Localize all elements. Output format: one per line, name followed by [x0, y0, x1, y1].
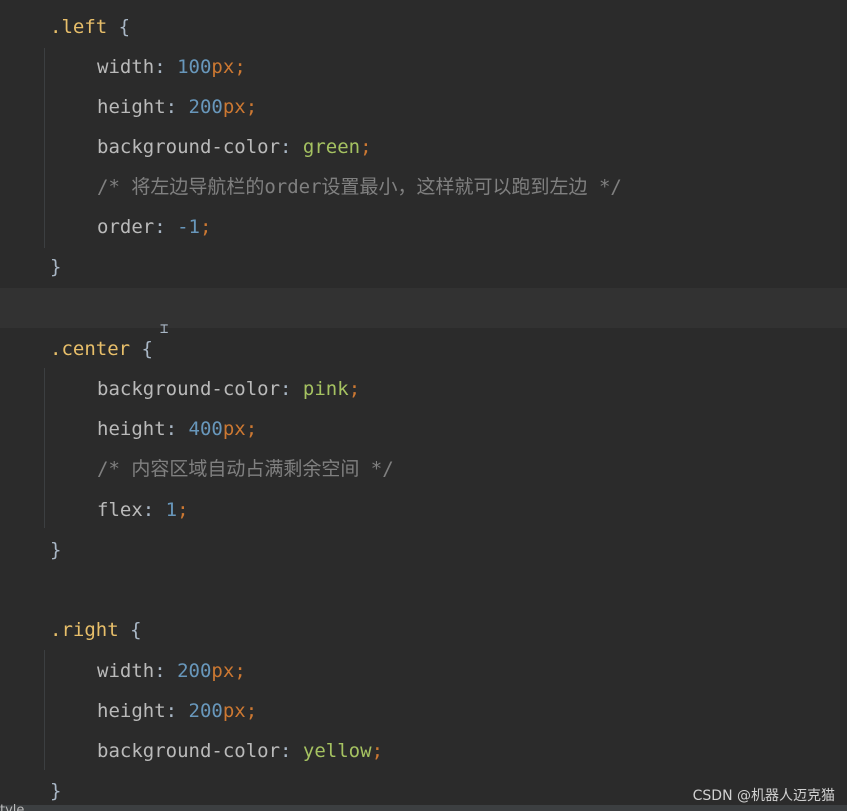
close-brace: } — [50, 539, 62, 561]
code-line[interactable]: height: 200px; — [97, 87, 257, 127]
watermark: CSDN @机器人迈克猫 — [692, 788, 835, 804]
css-unit: px — [222, 96, 246, 118]
code-line-close[interactable]: } — [50, 530, 61, 570]
code-line[interactable]: order: -1; — [97, 207, 211, 247]
css-value: green — [302, 136, 361, 158]
css-number: 200 — [177, 660, 212, 682]
css-property: height — [97, 700, 166, 722]
css-selector: .right — [50, 619, 119, 641]
css-selector: .center — [50, 338, 131, 360]
code-line[interactable]: height: 400px; — [97, 409, 257, 449]
code-line-comment[interactable]: /* 将左边导航栏的order设置最小，这样就可以跑到左边 */ — [97, 167, 622, 207]
code-line-close[interactable]: } — [50, 247, 61, 287]
css-unit: px — [211, 56, 235, 78]
css-selector: .left — [50, 16, 108, 38]
css-unit: px — [222, 418, 246, 440]
css-property: height — [97, 418, 166, 440]
indent-guide — [44, 650, 45, 770]
css-number: 400 — [188, 418, 223, 440]
status-bar: tyle — [0, 803, 847, 811]
open-brace: { — [118, 619, 142, 641]
open-brace: { — [107, 16, 131, 38]
css-number: 200 — [188, 96, 223, 118]
css-property: order — [97, 216, 155, 238]
css-comment: /* 内容区域自动占满剩余空间 */ — [97, 458, 394, 480]
css-property: background-color — [97, 136, 281, 158]
css-number: 200 — [188, 700, 223, 722]
code-line[interactable]: height: 200px; — [97, 691, 257, 731]
status-text: tyle — [0, 803, 25, 811]
code-line-center-selector[interactable]: .center { — [50, 329, 153, 369]
css-unit: px — [222, 700, 246, 722]
code-line[interactable]: width: 200px; — [97, 651, 246, 691]
code-line-right-selector[interactable]: .right { — [50, 610, 142, 650]
code-line[interactable]: width: 100px; — [97, 47, 246, 87]
css-property: background-color — [97, 740, 281, 762]
code-line-left-selector[interactable]: .left { — [50, 7, 130, 47]
indent-guide — [44, 368, 45, 528]
css-unit: px — [211, 660, 235, 682]
code-line[interactable]: background-color: green; — [97, 127, 372, 167]
css-property: width — [97, 660, 155, 682]
css-number: 100 — [177, 56, 212, 78]
css-property: flex — [97, 499, 143, 521]
css-property: height — [97, 96, 166, 118]
css-property: background-color — [97, 378, 281, 400]
code-line-comment[interactable]: /* 内容区域自动占满剩余空间 */ — [97, 449, 394, 489]
code-line[interactable]: background-color: pink; — [97, 369, 360, 409]
current-line-highlight — [0, 288, 847, 328]
close-brace: } — [50, 256, 62, 278]
css-property: width — [97, 56, 155, 78]
text-cursor-icon: ⌶ — [160, 321, 169, 337]
indent-guide — [44, 48, 45, 248]
css-value: yellow — [302, 740, 372, 762]
close-brace: } — [50, 780, 62, 802]
code-line[interactable]: background-color: yellow; — [97, 731, 383, 771]
css-number: 1 — [165, 499, 178, 521]
code-editor[interactable]: .left { width: 100px; height: 200px; bac… — [0, 0, 847, 811]
open-brace: { — [130, 338, 153, 360]
css-value: pink — [302, 378, 349, 400]
css-number: -1 — [177, 216, 200, 238]
code-line[interactable]: flex: 1; — [97, 490, 189, 530]
css-comment: /* 将左边导航栏的order设置最小，这样就可以跑到左边 */ — [97, 176, 622, 198]
